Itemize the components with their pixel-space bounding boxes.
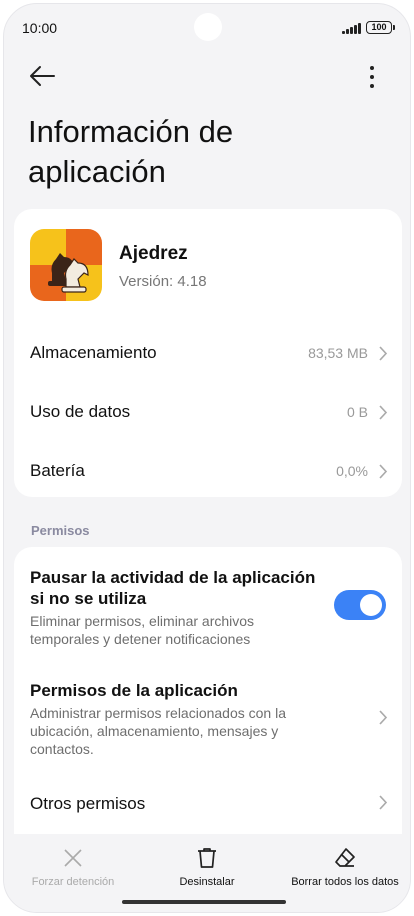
app-summary-card: Ajedrez Versión: 4.18 Almacenamiento 83,…: [14, 209, 402, 497]
eraser-icon: [335, 848, 355, 867]
data-usage-value: 0 B: [346, 404, 368, 420]
back-button[interactable]: [26, 62, 60, 90]
battery-label: Batería: [30, 461, 85, 480]
storage-value: 83,53 MB: [308, 345, 368, 361]
trash-icon: [198, 848, 216, 868]
storage-row[interactable]: Almacenamiento 83,53 MB: [14, 326, 402, 382]
status-bar: 10:00 100: [4, 4, 410, 52]
clear-all-data-label: Borrar todos los datos: [291, 876, 399, 888]
battery-row[interactable]: Batería 0,0%: [14, 444, 402, 500]
app-name: Ajedrez: [119, 243, 188, 264]
more-options-button[interactable]: [358, 62, 386, 92]
app-permissions-description: Administrar permisos relacionados con la…: [30, 705, 286, 757]
chevron-right-icon: [379, 346, 388, 361]
clear-all-data-button[interactable]: Borrar todos los datos: [284, 846, 406, 888]
camera-cutout: [194, 13, 222, 41]
home-indicator[interactable]: [122, 900, 286, 904]
storage-label: Almacenamiento: [30, 343, 157, 362]
other-permissions-title: Otros permisos: [30, 794, 146, 813]
pause-activity-description: Eliminar permisos, eliminar archivos tem…: [30, 613, 255, 647]
battery-icon: 100: [366, 21, 395, 34]
chevron-right-icon: [379, 710, 388, 725]
battery-level: 100: [371, 22, 387, 32]
chevron-right-icon: [379, 464, 388, 479]
page-title: Información de aplicación: [28, 114, 234, 189]
uninstall-button[interactable]: Desinstalar: [167, 846, 247, 888]
data-usage-row[interactable]: Uso de datos 0 B: [14, 385, 402, 441]
toggle-knob: [360, 594, 382, 616]
close-icon: [64, 849, 82, 867]
force-stop-button[interactable]: Forzar detención: [28, 846, 118, 888]
more-vertical-icon: [370, 66, 374, 88]
permissions-card: Pausar la actividad de la aplicación si …: [14, 547, 402, 847]
pause-activity-toggle[interactable]: [334, 590, 386, 620]
arrow-left-icon: [30, 66, 55, 86]
phone-screen: 10:00 100 Información de aplicación Ajed…: [3, 3, 411, 913]
pause-activity-title: Pausar la actividad de la aplicación si …: [30, 568, 316, 608]
status-time: 10:00: [22, 20, 58, 36]
force-stop-label: Forzar detención: [31, 876, 115, 888]
chevron-right-icon: [379, 795, 388, 810]
battery-value: 0,0%: [336, 463, 368, 479]
uninstall-label: Desinstalar: [179, 876, 235, 888]
permissions-section-label: Permisos: [31, 523, 90, 538]
chess-knight-icon: [30, 229, 102, 301]
signal-icon: [342, 22, 362, 34]
app-permissions-title: Permisos de la aplicación: [30, 681, 238, 700]
chevron-right-icon: [379, 405, 388, 420]
app-version: Versión: 4.18: [119, 273, 207, 290]
data-usage-label: Uso de datos: [30, 402, 131, 421]
